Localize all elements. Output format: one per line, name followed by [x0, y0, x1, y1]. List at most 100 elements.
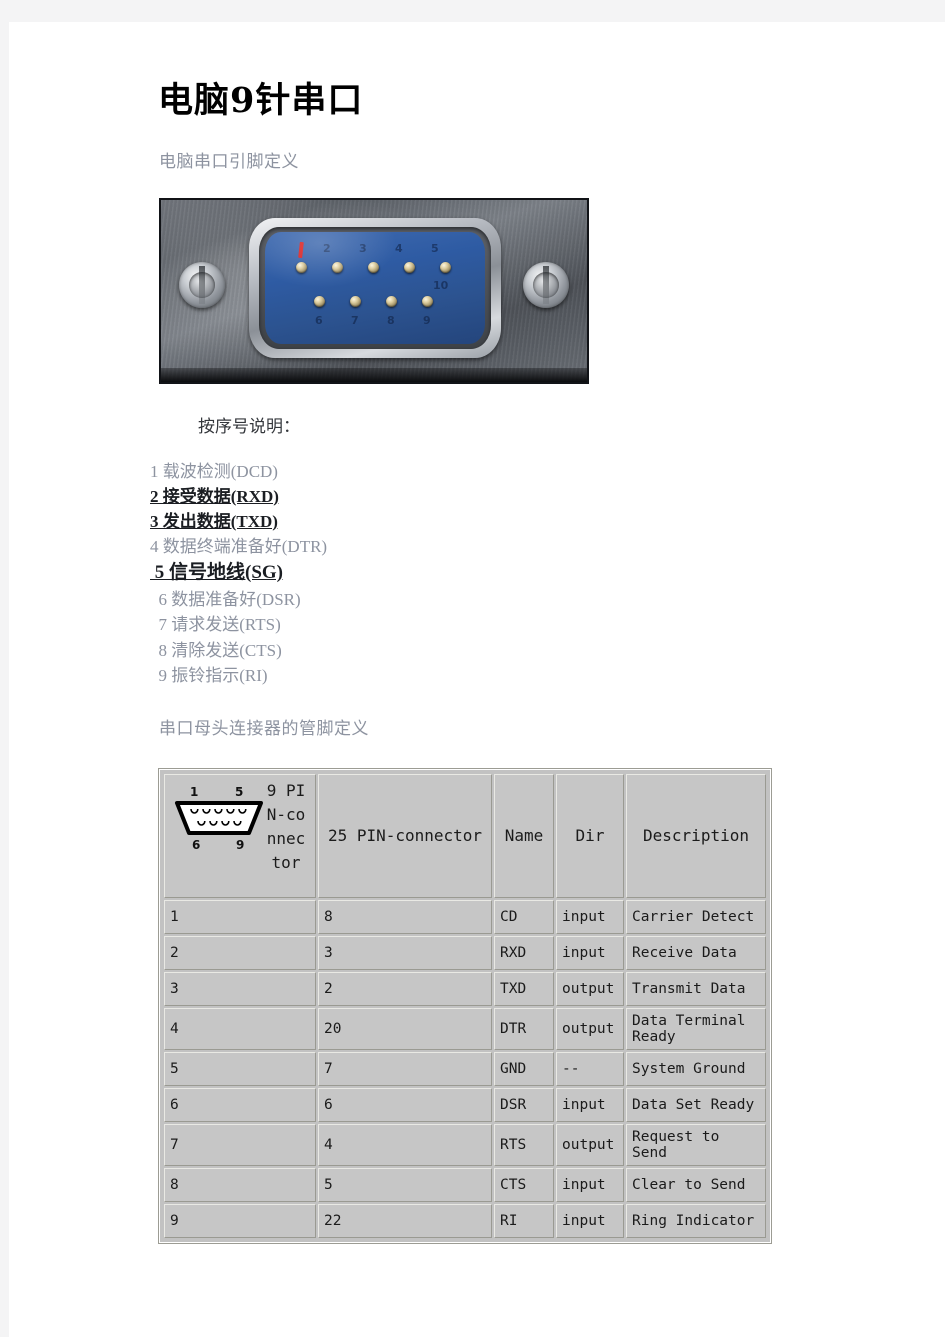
cell-25pin: 2 [318, 971, 492, 1006]
cell-description: Data Terminal Ready [626, 1007, 766, 1050]
photo-pin-4 [404, 261, 415, 273]
cell-name: RI [494, 1203, 554, 1238]
cell-description: Receive Data [626, 935, 766, 970]
cell-9pin: 7 [164, 1123, 316, 1166]
photo-pin-label-6: 6 [315, 313, 323, 327]
svg-text:5: 5 [235, 785, 243, 799]
photo-pin-3 [368, 261, 379, 273]
table-header-9pin-label: 9 PIN-connector [266, 780, 306, 872]
pin-list-item: 5 信号地线(SG) [150, 562, 284, 584]
table-header-row: 1 5 6 9 9 PIN-connector 25 PIN-connector… [164, 773, 766, 898]
cell-dir: output [556, 971, 624, 1006]
cell-25pin: 8 [318, 899, 492, 934]
pin-list-item: 9 振铃指示(RI) [150, 665, 268, 685]
cell-25pin: 7 [318, 1051, 492, 1086]
pinout-table-body: 1 8 CD input Carrier Detect 2 3 RXD inpu… [164, 899, 766, 1238]
table-row: 9 22 RI input Ring Indicator [164, 1203, 766, 1238]
cell-name: TXD [494, 971, 554, 1006]
photo-pin-label-7: 7 [351, 313, 359, 327]
cell-9pin: 1 [164, 899, 316, 934]
photo-pin-5 [440, 261, 451, 273]
photo-pin-7 [350, 295, 361, 307]
pin-list-item: 2 接受数据(RXD) [150, 486, 279, 506]
cell-9pin: 5 [164, 1051, 316, 1086]
pin-list-item: 3 发出数据(TXD) [150, 511, 278, 531]
screw-post-left-icon [179, 261, 225, 308]
section-label-pin-definition: 电脑串口引脚定义 [159, 151, 299, 171]
photo-pin-number-5: 5 [431, 241, 439, 255]
cell-name: RXD [494, 935, 554, 970]
cell-description: Data Set Ready [626, 1087, 766, 1122]
photo-pin-8 [386, 295, 397, 307]
cell-25pin: 3 [318, 935, 492, 970]
pin-list-item: 4 数据终端准备好(DTR) [150, 536, 328, 556]
cell-description: Ring Indicator [626, 1203, 766, 1238]
cell-9pin: 6 [164, 1087, 316, 1122]
pin-definition-list: 1 载波检测(DCD) 2 接受数据(RXD) 3 发出数据(TXD) 4 数据… [150, 459, 850, 688]
table-row: 2 3 RXD input Receive Data [164, 935, 766, 970]
table-row: 8 5 CTS input Clear to Send [164, 1167, 766, 1202]
document-page: 电脑9针串口 电脑串口引脚定义 2 3 4 5 10 6 7 8 9 按序号说明… [9, 22, 945, 1337]
cell-name: GND [494, 1051, 554, 1086]
cell-dir: input [556, 899, 624, 934]
cell-25pin: 4 [318, 1123, 492, 1166]
table-row: 7 4 RTS output Request to Send [164, 1123, 766, 1166]
photo-pin-6 [314, 295, 325, 307]
pin-list-item: 8 清除发送(CTS) [150, 640, 282, 660]
connector-shell: 2 3 4 5 10 6 7 8 9 [249, 217, 501, 358]
db9-connector-image: 2 3 4 5 10 6 7 8 9 [159, 197, 589, 384]
table-header-25pin: 25 PIN-connector [318, 773, 492, 898]
cell-9pin: 9 [164, 1203, 316, 1238]
pin-list-heading: 按序号说明： [198, 416, 300, 436]
table-row: 1 8 CD input Carrier Detect [164, 899, 766, 934]
pin-list-item: 6 数据准备好(DSR) [150, 590, 301, 610]
cell-9pin: 3 [164, 971, 316, 1006]
page-title: 电脑9针串口 [158, 80, 364, 121]
pin-list-item: 1 载波检测(DCD) [150, 461, 278, 481]
cell-9pin: 2 [164, 935, 316, 970]
serial-port-photo: 2 3 4 5 10 6 7 8 9 [159, 197, 589, 384]
cell-name: RTS [494, 1123, 554, 1166]
photo-pin-number-2: 2 [323, 241, 331, 255]
cell-25pin: 6 [318, 1087, 492, 1122]
cell-name: DTR [494, 1007, 554, 1050]
cell-9pin: 4 [164, 1007, 316, 1050]
table-header-description: Description [626, 773, 766, 898]
photo-pin-1 [296, 261, 307, 273]
cell-25pin: 22 [318, 1203, 492, 1238]
cell-dir: output [556, 1007, 624, 1050]
svg-text:9: 9 [236, 838, 244, 852]
screw-post-right-icon [523, 261, 569, 308]
cell-dir: input [556, 1203, 624, 1238]
photo-pin-9 [422, 295, 433, 307]
cell-name: CD [494, 899, 554, 934]
pinout-table-container: 1 5 6 9 9 PIN-connector 25 PIN-connector… [159, 768, 771, 1243]
cell-dir: input [556, 1167, 624, 1202]
cell-description: Transmit Data [626, 971, 766, 1006]
cell-description: Clear to Send [626, 1167, 766, 1202]
connector-blue-insert: 2 3 4 5 10 6 7 8 9 [265, 231, 485, 344]
photo-pin-label-9: 9 [423, 313, 431, 327]
table-row: 3 2 TXD output Transmit Data [164, 971, 766, 1006]
cell-dir: input [556, 935, 624, 970]
cell-dir: output [556, 1123, 624, 1166]
pinout-table: 1 5 6 9 9 PIN-connector 25 PIN-connector… [162, 771, 768, 1240]
photo-pin-2 [332, 261, 343, 273]
cell-dir: input [556, 1087, 624, 1122]
db9-socket-icon: 1 5 6 9 [173, 783, 269, 853]
cell-description: Carrier Detect [626, 899, 766, 934]
table-row: 4 20 DTR output Data Terminal Ready [164, 1007, 766, 1050]
connector-shell-inner: 2 3 4 5 10 6 7 8 9 [259, 226, 491, 349]
cell-description: System Ground [626, 1051, 766, 1086]
table-header-dir: Dir [556, 773, 624, 898]
svg-text:6: 6 [192, 838, 200, 852]
photo-pin-number-4: 4 [395, 241, 403, 255]
cell-25pin: 20 [318, 1007, 492, 1050]
cell-9pin: 8 [164, 1167, 316, 1202]
pin1-red-marker-icon [298, 241, 304, 258]
svg-text:1: 1 [190, 785, 198, 799]
document-content: 电脑9针串口 电脑串口引脚定义 2 3 4 5 10 6 7 8 9 按序号说明… [150, 80, 850, 1243]
table-row: 5 7 GND -- System Ground [164, 1051, 766, 1086]
section-label-female-connector: 串口母头连接器的管脚定义 [159, 718, 369, 738]
cell-dir: -- [556, 1051, 624, 1086]
